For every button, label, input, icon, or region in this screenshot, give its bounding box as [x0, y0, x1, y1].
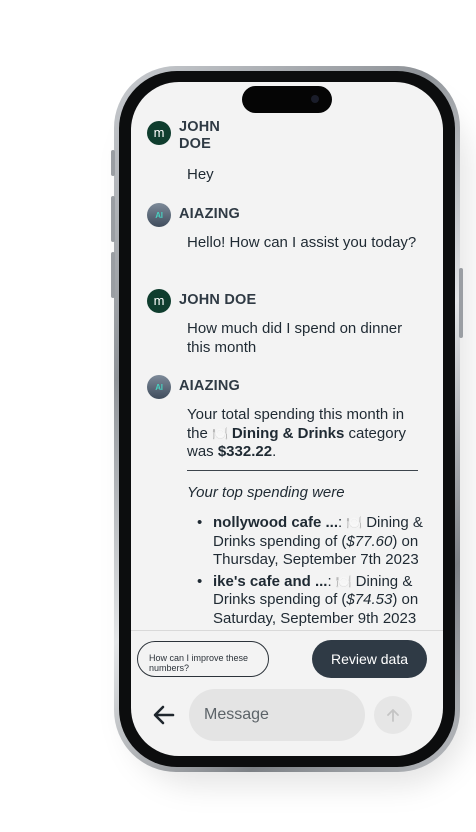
message-input[interactable] — [189, 689, 365, 741]
spending-summary: Your total spending this month in the 🍽️… — [187, 406, 407, 460]
sender-name: AIAZING — [179, 378, 241, 394]
phone-screen: m JOHN DOE Hey AI AIAZING Hello! How can… — [131, 82, 443, 756]
top-spending-heading: Your top spending were — [187, 484, 345, 501]
back-button[interactable] — [151, 702, 177, 728]
chat-thread: m JOHN DOE Hey AI AIAZING Hello! How can… — [131, 82, 443, 630]
phone-action-button — [111, 150, 115, 176]
message-text: Hey — [187, 166, 214, 183]
avatar: m — [147, 121, 171, 145]
plate-cutlery-icon: 🍽️ — [346, 515, 367, 530]
avatar: m — [147, 289, 171, 313]
arrow-left-icon — [153, 705, 175, 725]
arrow-up-icon — [387, 709, 399, 722]
top-spending-list: nollywood cafe ...: 🍽️ Dining & Drinks s… — [187, 514, 427, 631]
merchant-name: ike's cafe and ... — [213, 572, 328, 590]
front-camera — [311, 95, 319, 103]
total-amount: $332.22 — [217, 443, 273, 460]
dynamic-island — [242, 86, 332, 113]
divider-line — [187, 470, 418, 471]
phone-power-button — [459, 268, 463, 338]
ai-avatar-icon: AI — [147, 203, 171, 227]
ai-avatar-icon: AI — [147, 375, 171, 399]
sender-name: JOHN DOE — [179, 292, 257, 308]
review-data-button[interactable]: Review data — [312, 640, 427, 678]
phone-volume-up-button — [111, 196, 115, 242]
category-name: Dining & Drinks — [231, 424, 345, 442]
list-item: nollywood cafe ...: 🍽️ Dining & Drinks s… — [187, 514, 427, 570]
message-text: How much did I spend on dinner this mont… — [187, 320, 403, 356]
list-item: ike's cafe and ...: 🍽️ Dining & Drinks s… — [187, 573, 427, 629]
composer-divider — [131, 630, 443, 631]
sender-name: JOHN DOE — [179, 119, 221, 152]
item-amount: $74.53 — [346, 591, 393, 608]
sender-name: AIAZING — [179, 206, 241, 222]
phone-volume-down-button — [111, 252, 115, 298]
suggestion-chip[interactable]: How can I improve these numbers? — [137, 641, 269, 677]
plate-cutlery-icon: 🍽️ — [335, 573, 356, 589]
merchant-name: nollywood cafe ... — [213, 514, 339, 531]
plate-cutlery-icon: 🍽️ — [212, 425, 232, 441]
send-button[interactable] — [374, 696, 412, 734]
message-text: Hello! How can I assist you today? — [187, 234, 417, 251]
item-amount: $77.60 — [346, 532, 393, 550]
